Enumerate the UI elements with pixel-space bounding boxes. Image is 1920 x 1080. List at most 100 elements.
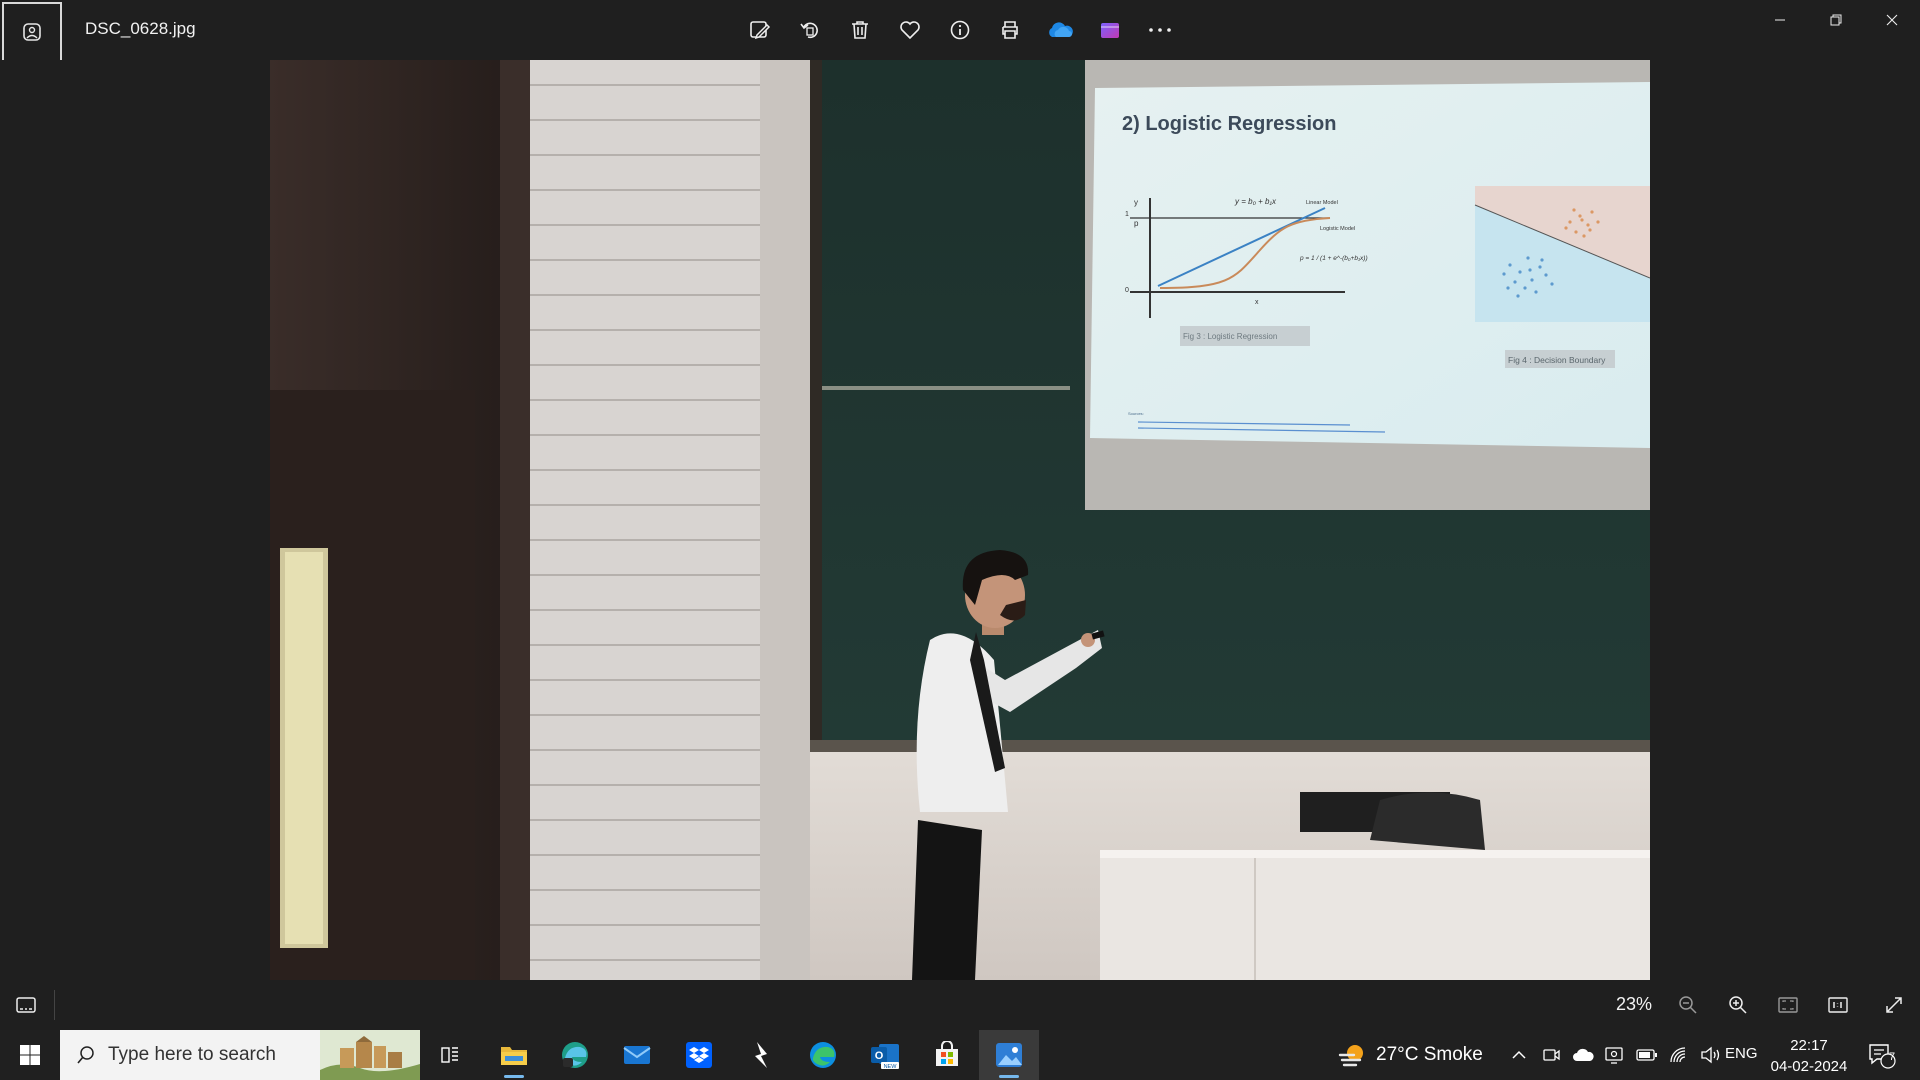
clock-time: 22:17 [1790, 1037, 1828, 1054]
fit-window-icon [1778, 997, 1798, 1013]
dropbox-icon [686, 1042, 712, 1068]
close-button[interactable] [1864, 0, 1920, 40]
favorite-button[interactable] [890, 10, 930, 50]
chair [1370, 792, 1485, 850]
outlook-icon: ONEW [871, 1044, 899, 1070]
taskbar-edge-dev[interactable] [545, 1030, 605, 1080]
tray-security[interactable] [1604, 1044, 1626, 1066]
zoom-in-icon [1729, 996, 1747, 1014]
tray-camera[interactable] [1540, 1044, 1562, 1066]
viewer-toolbar [740, 10, 1180, 50]
fig3-caption: Fig 3 : Logistic Regression [1183, 332, 1277, 341]
mail-icon [623, 1046, 651, 1064]
axis-p-label: p [1134, 219, 1139, 228]
zoom-out-button[interactable] [1668, 985, 1708, 1025]
photos-icon [996, 1043, 1022, 1067]
taskbar-mail[interactable] [607, 1030, 667, 1080]
clipchamp-button[interactable] [1090, 10, 1130, 50]
divider [54, 990, 55, 1020]
print-icon [1002, 21, 1018, 39]
show-hidden-icons-button[interactable] [1508, 1044, 1530, 1066]
language-indicator[interactable]: ENG [1725, 1045, 1758, 1062]
taskbar-file-explorer[interactable] [484, 1030, 544, 1080]
more-options-button[interactable] [1140, 10, 1180, 50]
monitor-settings-icon [1605, 1047, 1623, 1064]
logistic-model-label: Logistic Model [1320, 226, 1355, 232]
search-icon [77, 1046, 94, 1064]
store-icon [936, 1041, 958, 1066]
info-icon [950, 20, 970, 40]
filmstrip-icon [16, 997, 36, 1013]
notification-center-button[interactable]: 7 [1862, 1040, 1902, 1072]
full-screen-button[interactable] [1874, 985, 1914, 1025]
more-icon [1149, 28, 1171, 32]
expand-icon [1886, 997, 1902, 1013]
weather-text: 27°C Smoke [1376, 1044, 1483, 1065]
taskbar-photos[interactable] [979, 1030, 1039, 1080]
weather-widget[interactable]: 27°C Smoke [1338, 1030, 1483, 1080]
minimize-button[interactable] [1752, 0, 1808, 40]
displayed-photo: 2) Logistic Regression y p 1 0 x y = b₀ … [270, 60, 1650, 980]
onedrive-icon [1049, 22, 1073, 37]
tray-battery[interactable] [1636, 1044, 1658, 1066]
tray-network[interactable] [1668, 1044, 1690, 1066]
windows-logo-icon [20, 1045, 40, 1065]
axis-y-label: y [1134, 198, 1138, 207]
taskbar-dropbox[interactable] [669, 1030, 729, 1080]
rotate-button[interactable] [790, 10, 830, 50]
filmstrip-button[interactable] [6, 985, 46, 1025]
cloud-icon [1573, 1048, 1594, 1061]
image-viewer[interactable]: 2) Logistic Regression y p 1 0 x y = b₀ … [0, 60, 1920, 980]
system-tray [1508, 1030, 1722, 1080]
smoke-weather-icon [1338, 1045, 1363, 1067]
window-controls [1752, 0, 1920, 40]
title-bar: DSC_0628.jpg [0, 0, 1920, 62]
photo-icon [23, 23, 41, 41]
task-view-button[interactable] [420, 1030, 480, 1080]
taskbar-power-automate[interactable] [731, 1030, 791, 1080]
photo-scene: 2) Logistic Regression y p 1 0 x y = b₀ … [270, 60, 1650, 980]
clock-date: 04-02-2024 [1770, 1058, 1848, 1075]
battery-icon [1636, 1049, 1657, 1061]
restore-icon [1830, 14, 1842, 26]
tray-volume[interactable] [1700, 1044, 1722, 1066]
taskbar-outlook-new[interactable]: O NEW [855, 1030, 915, 1080]
video-camera-icon [1543, 1049, 1560, 1061]
edge-icon [810, 1042, 836, 1068]
zoom-level: 23% [1616, 994, 1653, 1014]
wifi-icon [1670, 1047, 1686, 1063]
file-explorer-icon [501, 1047, 527, 1065]
actual-size-icon [1828, 997, 1848, 1013]
start-button[interactable] [0, 1030, 60, 1080]
fig4-caption: Fig 4 : Decision Boundary [1508, 355, 1606, 365]
zoom-out-icon [1679, 996, 1697, 1014]
clock[interactable]: 22:17 04-02-2024 [1770, 1035, 1848, 1077]
actual-size-button[interactable] [1818, 985, 1858, 1025]
search-highlight-art [320, 1030, 420, 1080]
search-placeholder: Type here to search [108, 1044, 276, 1065]
edge-dev-icon [562, 1042, 588, 1068]
delete-button[interactable] [840, 10, 880, 50]
print-button[interactable] [990, 10, 1030, 50]
onedrive-button[interactable] [1040, 10, 1080, 50]
restore-button[interactable] [1808, 0, 1864, 40]
edit-image-icon [750, 21, 771, 40]
tray-onedrive[interactable] [1572, 1044, 1594, 1066]
logistic-equation: p = 1 / (1 + e^-(b₀+b₁x)) [1299, 255, 1368, 262]
svg-text:O: O [875, 1050, 884, 1062]
photos-app-icon[interactable] [2, 2, 62, 62]
windows-taskbar: Type here to search O NEW 27°C Smoke ENG… [0, 1030, 1920, 1080]
axis-x-label: x [1255, 299, 1259, 306]
rotate-icon [800, 22, 818, 39]
minimize-icon [1775, 19, 1785, 21]
fit-to-window-button[interactable] [1768, 985, 1808, 1025]
taskbar-search-box[interactable]: Type here to search [60, 1030, 420, 1080]
task-view-icon [441, 1047, 458, 1063]
edit-image-button[interactable] [740, 10, 780, 50]
zoom-in-button[interactable] [1718, 985, 1758, 1025]
file-info-button[interactable] [940, 10, 980, 50]
viewer-bottom-bar: 23% [0, 980, 1920, 1030]
taskbar-edge[interactable] [793, 1030, 853, 1080]
taskbar-microsoft-store[interactable] [917, 1030, 977, 1080]
notification-count: 7 [1889, 1051, 1896, 1063]
